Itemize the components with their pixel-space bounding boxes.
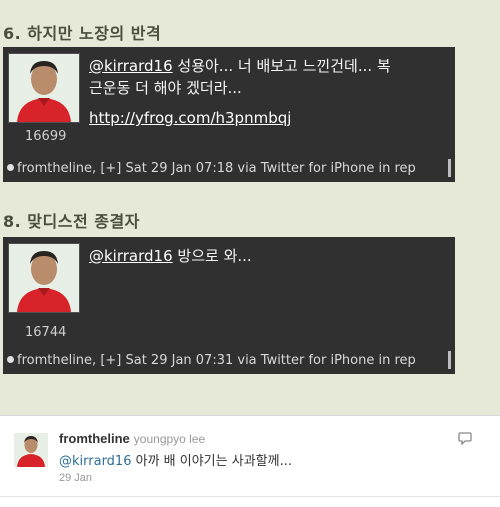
- tweet-meta-text: fromtheline, [+] Sat 29 Jan 07:18 via Tw…: [17, 161, 416, 176]
- divider: [0, 496, 500, 497]
- speech-bubble-icon[interactable]: [458, 431, 472, 445]
- card-username[interactable]: fromtheline: [59, 431, 130, 446]
- card-text: @kirrard16 아까 배 이야기는 사과할께...: [59, 450, 292, 469]
- tweet-text-line1: 성용아... 너 배보고 느낀건데... 복: [172, 57, 391, 75]
- scroll-indicator[interactable]: [448, 159, 451, 177]
- tweet-embed: 16699 @kirrard16 성용아... 너 배보고 느낀건데... 복 …: [3, 47, 455, 182]
- tweet-count: 16699: [25, 129, 67, 144]
- avatar[interactable]: [8, 53, 80, 123]
- tweet-text: @kirrard16 성용아... 너 배보고 느낀건데... 복 근운동 더 …: [89, 55, 449, 99]
- card-avatar[interactable]: [14, 433, 48, 467]
- avatar[interactable]: [8, 243, 80, 313]
- card-text-body: 아까 배 이야기는 사과할께...: [131, 454, 292, 469]
- bullet-icon: [7, 356, 14, 363]
- tweet-meta-text: fromtheline, [+] Sat 29 Jan 07:31 via Tw…: [17, 353, 416, 368]
- tweet-text-line1: 방으로 와...: [172, 247, 252, 265]
- card-username-row: fromtheline youngpyo lee: [59, 431, 205, 446]
- tweet-link[interactable]: http://yfrog.com/h3pnmbqj: [89, 109, 291, 127]
- card-mention-link[interactable]: @kirrard16: [59, 454, 131, 469]
- section-heading-8: 8. 맞디스전 종결자: [3, 212, 140, 231]
- section-heading-6: 6. 하지만 노장의 반격: [3, 24, 162, 43]
- card-fullname: youngpyo lee: [133, 432, 206, 446]
- tweet-text: @kirrard16 방으로 와...: [89, 245, 449, 267]
- mention-link[interactable]: @kirrard16: [89, 57, 173, 75]
- card-timestamp[interactable]: 29 Jan: [59, 472, 92, 484]
- tweet-meta: fromtheline, [+] Sat 29 Jan 07:18 via Tw…: [7, 161, 416, 176]
- mention-link[interactable]: @kirrard16: [89, 247, 173, 265]
- tweet-text-line2: 근운동 더 해야 겠더라...: [89, 79, 242, 97]
- tweet-meta: fromtheline, [+] Sat 29 Jan 07:31 via Tw…: [7, 353, 416, 368]
- tweet-card: fromtheline youngpyo lee @kirrard16 아까 배 …: [0, 415, 500, 507]
- bullet-icon: [7, 164, 14, 171]
- scroll-indicator[interactable]: [448, 351, 451, 369]
- tweet-embed: 16744 @kirrard16 방으로 와... fromtheline, […: [3, 237, 455, 374]
- tweet-count: 16744: [25, 325, 67, 340]
